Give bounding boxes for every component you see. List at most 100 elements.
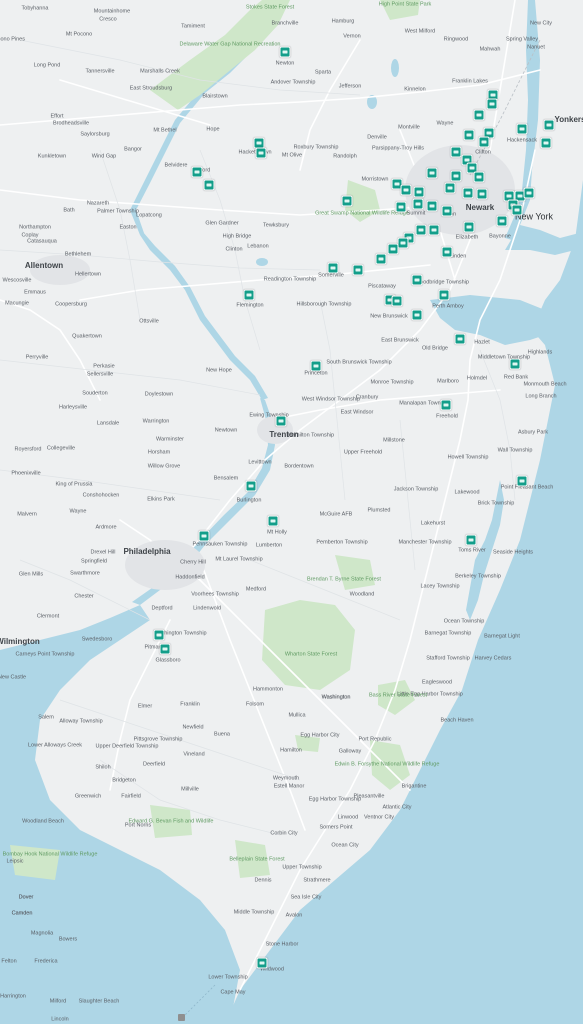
location-pin-icon[interactable] xyxy=(375,253,387,265)
map-label: Vineland xyxy=(183,751,205,758)
location-pin-icon[interactable] xyxy=(279,46,291,58)
location-pin-icon[interactable] xyxy=(243,289,255,301)
marker-logo xyxy=(256,141,262,145)
map-label: Vernon xyxy=(343,33,361,40)
location-pin-icon[interactable] xyxy=(476,188,488,200)
map-label: Millville xyxy=(181,786,199,793)
location-pin-icon[interactable] xyxy=(511,204,523,216)
map-label: Weymouth xyxy=(272,775,300,782)
map-label: Harrington xyxy=(0,993,26,1000)
map-label: Long Pond xyxy=(33,62,61,69)
location-pin-icon[interactable] xyxy=(486,98,498,110)
location-pin-icon[interactable] xyxy=(473,171,485,183)
map-label: Leipsic xyxy=(6,858,24,865)
map-label: Bath xyxy=(63,207,75,214)
location-pin-icon[interactable] xyxy=(454,333,466,345)
location-pin-icon[interactable] xyxy=(540,137,552,149)
map-label: Parsippany-Troy Hills xyxy=(371,145,425,152)
location-pin-icon[interactable] xyxy=(191,166,203,178)
location-pin-icon[interactable] xyxy=(267,515,279,527)
map-label: Glen Gardner xyxy=(205,220,239,227)
marker-logo xyxy=(447,186,453,190)
location-pin-icon[interactable] xyxy=(411,309,423,321)
map-label: Belleplain State Forest xyxy=(229,856,285,863)
location-pin-icon[interactable] xyxy=(153,629,165,641)
map-label: Collegeville xyxy=(46,445,76,452)
location-pin-icon[interactable] xyxy=(352,264,364,276)
location-pin-icon[interactable] xyxy=(441,246,453,258)
map-label: Woodbridge Township xyxy=(415,279,469,286)
location-pin-icon[interactable] xyxy=(426,167,438,179)
map-label: Monmouth Beach xyxy=(523,381,567,388)
location-pin-icon[interactable] xyxy=(397,237,409,249)
map-label: Plumsted xyxy=(367,507,391,514)
location-pin-icon[interactable] xyxy=(438,289,450,301)
map-label: Denville xyxy=(367,134,387,141)
map-label: Blairstown xyxy=(202,93,228,100)
map-label: Hackensack xyxy=(507,137,537,144)
map-label: Bordentown xyxy=(284,463,314,470)
location-pin-icon[interactable] xyxy=(411,274,423,286)
map-view[interactable]: Tobyhanna Mountainhome Cresco Tamiment Stoke… xyxy=(0,0,583,1024)
map-label: Lower Alloways Creek xyxy=(27,742,83,749)
marker-logo xyxy=(416,190,422,194)
location-pin-icon[interactable] xyxy=(327,262,339,274)
location-pin-icon[interactable] xyxy=(428,224,440,236)
map-label: Somers Point xyxy=(319,824,353,831)
location-pin-icon[interactable] xyxy=(473,109,485,121)
marker-logo xyxy=(543,141,549,145)
map-label: Wall Township xyxy=(497,447,533,454)
map-label: Franklin Lakes xyxy=(452,78,488,85)
marker-logo xyxy=(457,337,463,341)
location-pin-icon[interactable] xyxy=(426,200,438,212)
map-label: Atlantic City xyxy=(382,804,412,811)
marker-logo xyxy=(476,113,482,117)
location-pin-icon[interactable] xyxy=(275,415,287,427)
location-pin-icon[interactable] xyxy=(198,530,210,542)
map-label: Warminster xyxy=(156,436,184,443)
location-pin-icon[interactable] xyxy=(516,475,528,487)
location-pin-icon[interactable] xyxy=(463,221,475,233)
location-pin-icon[interactable] xyxy=(440,399,452,411)
location-pin-icon[interactable] xyxy=(444,182,456,194)
location-pin-icon[interactable] xyxy=(256,957,268,969)
map-label: Dennis xyxy=(254,877,272,884)
location-pin-icon[interactable] xyxy=(463,129,475,141)
location-pin-icon[interactable] xyxy=(412,198,424,210)
map-label: Asbury Park xyxy=(518,429,548,436)
map-label: Lacey Township xyxy=(420,583,460,590)
location-pin-icon[interactable] xyxy=(391,295,403,307)
location-pin-icon[interactable] xyxy=(450,170,462,182)
map-label: New City xyxy=(529,20,553,27)
location-pin-icon[interactable] xyxy=(465,534,477,546)
map-label: Lumberton xyxy=(255,542,283,549)
marker-logo xyxy=(206,183,212,187)
location-pin-icon[interactable] xyxy=(441,205,453,217)
map-label: Mt Bethel xyxy=(153,127,177,134)
location-pin-icon[interactable] xyxy=(523,187,535,199)
location-pin-icon[interactable] xyxy=(543,119,555,131)
location-pin-icon[interactable] xyxy=(387,243,399,255)
location-pin-icon[interactable] xyxy=(203,179,215,191)
location-pin-icon[interactable] xyxy=(496,215,508,227)
location-pin-icon[interactable] xyxy=(413,186,425,198)
map-label: Voorhees Township xyxy=(191,591,239,598)
location-pin-icon[interactable] xyxy=(415,224,427,236)
location-pin-icon[interactable] xyxy=(395,201,407,213)
ferry-terminal-icon xyxy=(178,1014,185,1021)
location-pin-icon[interactable] xyxy=(310,360,322,372)
location-pin-icon[interactable] xyxy=(450,146,462,158)
location-pin-icon[interactable] xyxy=(516,123,528,135)
map-label: Conshohocken xyxy=(82,492,120,499)
location-pin-icon[interactable] xyxy=(159,643,171,655)
map-label: Deerfield xyxy=(142,761,166,768)
location-pin-icon[interactable] xyxy=(245,480,257,492)
location-pin-icon[interactable] xyxy=(509,358,521,370)
location-pin-icon[interactable] xyxy=(478,136,490,148)
map-label: Manchester Township xyxy=(398,539,452,546)
location-pin-icon[interactable] xyxy=(462,187,474,199)
location-pin-icon[interactable] xyxy=(255,147,267,159)
location-pin-icon[interactable] xyxy=(341,195,353,207)
map-label: Woodland xyxy=(349,591,375,598)
location-pin-icon[interactable] xyxy=(400,184,412,196)
